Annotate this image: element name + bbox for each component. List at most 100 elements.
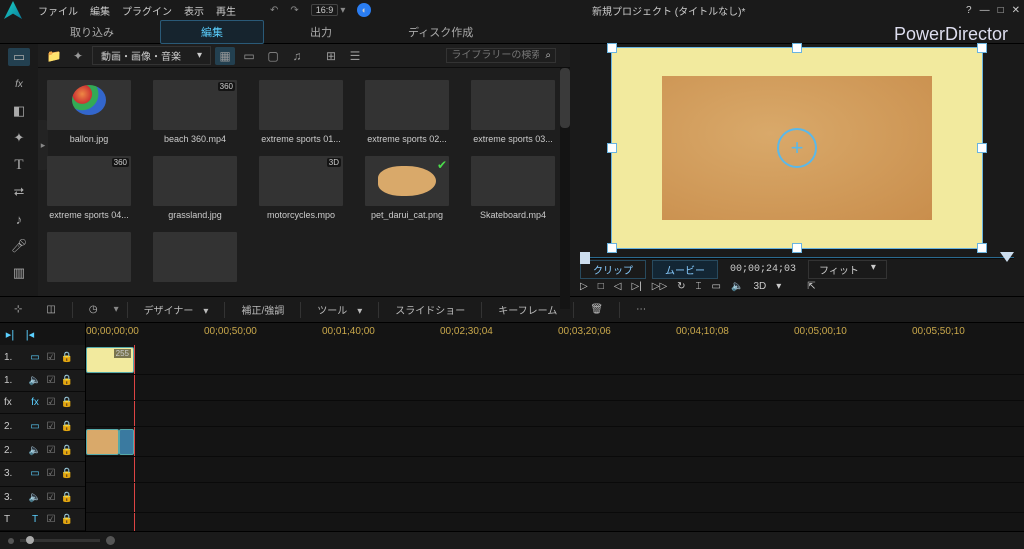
tab-disc[interactable]: ディスク作成	[378, 22, 503, 42]
resize-handle[interactable]	[792, 243, 802, 253]
particle-room-icon[interactable]: ✦	[8, 129, 30, 147]
track-header-video[interactable]: 1.▭☑🔒	[0, 345, 85, 370]
track-lock-icon[interactable]: 🔒	[60, 468, 74, 479]
next-frame-icon[interactable]: ▷|	[631, 281, 641, 292]
media-thumb[interactable]: ✔pet_darui_cat.png	[360, 156, 454, 220]
menu-file[interactable]: ファイル	[38, 3, 78, 18]
title-room-icon[interactable]: T	[8, 156, 30, 174]
search-icon[interactable]: ⌕	[545, 50, 551, 61]
play-icon[interactable]: ▷	[580, 281, 588, 292]
undo-icon[interactable]: ↶	[270, 5, 278, 16]
track-lane[interactable]	[86, 457, 1024, 483]
track-lane[interactable]: 255	[86, 345, 1024, 375]
track-visible-icon[interactable]: ☑	[44, 421, 58, 432]
audio-room-icon[interactable]: ♪	[8, 210, 30, 228]
chapter-room-icon[interactable]: ▥	[8, 264, 30, 282]
track-visible-icon[interactable]: ☑	[44, 352, 58, 363]
timecode-display[interactable]: 00;00;24;03	[724, 263, 802, 276]
media-thumb[interactable]: 360beach 360.mp4	[148, 80, 242, 144]
library-scrollbar[interactable]	[560, 68, 570, 309]
thumb-image[interactable]	[365, 80, 449, 130]
resize-handle[interactable]	[607, 243, 617, 253]
track-header-title[interactable]: TT☑🔒	[0, 509, 85, 531]
maximize-icon[interactable]: □	[998, 5, 1004, 16]
track-header-video[interactable]: 2.▭☑🔒	[0, 414, 85, 439]
cloud-icon[interactable]: ◐	[357, 3, 371, 17]
timeline-clip[interactable]: 255	[86, 347, 134, 373]
minimize-icon[interactable]: —	[980, 5, 990, 16]
snapshot-icon[interactable]: ⌶	[696, 281, 702, 292]
media-thumb[interactable]: 360extreme sports 04...	[42, 156, 136, 220]
track-header-fx[interactable]: fxfx☑🔒	[0, 392, 85, 414]
voice-room-icon[interactable]: 🎤︎	[8, 237, 30, 255]
track-lock-icon[interactable]: 🔒	[60, 397, 74, 408]
more-icon[interactable]: ⋯	[628, 302, 654, 317]
resize-handle[interactable]	[977, 143, 987, 153]
prev-frame-icon[interactable]: ◁	[614, 281, 622, 292]
timeline-clip[interactable]	[119, 429, 134, 455]
fast-forward-icon[interactable]: ▷▷	[652, 281, 667, 292]
track-lock-icon[interactable]: 🔒	[60, 445, 74, 456]
media-thumb[interactable]: ballon.jpg	[42, 80, 136, 144]
undock-icon[interactable]: ⇱	[807, 281, 815, 292]
media-thumb[interactable]: grassland.jpg	[148, 156, 242, 220]
filter-audio-icon[interactable]: ♫	[287, 47, 307, 65]
view-grid-icon[interactable]: ⊞	[321, 47, 341, 65]
timeline-clip[interactable]	[86, 429, 119, 455]
track-header-audio[interactable]: 1.🔈☑🔒	[0, 370, 85, 392]
track-lane[interactable]	[86, 483, 1024, 513]
ruler-expand-icon[interactable]: |◂	[20, 328, 40, 341]
resize-handle[interactable]	[792, 43, 802, 53]
track-lock-icon[interactable]: 🔒	[60, 352, 74, 363]
media-thumb[interactable]: 3Dmotorcycles.mpo	[254, 156, 348, 220]
track-lane[interactable]	[86, 513, 1024, 531]
filter-video-icon[interactable]: ▭	[239, 47, 259, 65]
resize-handle[interactable]	[977, 243, 987, 253]
redo-icon[interactable]: ↷	[290, 5, 298, 16]
thumb-image[interactable]	[153, 232, 237, 282]
media-filter-dropdown[interactable]: 動画・画像・音楽▾	[92, 46, 211, 65]
menu-view[interactable]: 表示	[184, 3, 204, 18]
menu-edit[interactable]: 編集	[90, 3, 110, 18]
filter-image-icon[interactable]: ▢	[263, 47, 283, 65]
track-header-audio[interactable]: 2.🔈☑🔒	[0, 440, 85, 462]
menu-plugin[interactable]: プラグイン	[122, 3, 172, 18]
split-icon[interactable]: ⊹	[6, 302, 30, 317]
thumb-image[interactable]: 3D	[259, 156, 343, 206]
zoom-slider[interactable]	[20, 539, 100, 542]
tab-import[interactable]: 取り込み	[40, 22, 144, 42]
track-visible-icon[interactable]: ☑	[44, 492, 58, 503]
thumb-image[interactable]	[471, 80, 555, 130]
resize-handle[interactable]	[607, 43, 617, 53]
library-search[interactable]: ⌕	[446, 48, 556, 63]
filter-all-icon[interactable]: ▦	[215, 47, 235, 65]
track-lane[interactable]	[86, 427, 1024, 457]
zoom-out-icon[interactable]	[8, 538, 14, 544]
render-preview-icon[interactable]: ▭	[712, 281, 721, 292]
zoom-in-icon[interactable]	[106, 536, 115, 545]
resize-handle[interactable]	[977, 43, 987, 53]
ruler-collapse-icon[interactable]: ▸|	[0, 328, 20, 341]
view-list-icon[interactable]: ☰	[345, 47, 365, 65]
puzzle-icon[interactable]: ✦	[68, 47, 88, 65]
track-visible-icon[interactable]: ☑	[44, 375, 58, 386]
track-visible-icon[interactable]: ☑	[44, 514, 58, 525]
search-input[interactable]	[451, 50, 539, 61]
close-icon[interactable]: ✕	[1012, 5, 1020, 16]
trash-icon[interactable]: 🗑	[582, 302, 611, 317]
track-lock-icon[interactable]: 🔒	[60, 514, 74, 525]
media-thumb[interactable]	[148, 232, 242, 286]
resize-handle[interactable]	[607, 143, 617, 153]
preview-tab-movie[interactable]: ムービー	[652, 260, 718, 279]
track-lock-icon[interactable]: 🔒	[60, 375, 74, 386]
help-icon[interactable]: ?	[966, 5, 972, 16]
seek-end-handle[interactable]	[1000, 252, 1014, 262]
track-visible-icon[interactable]: ☑	[44, 445, 58, 456]
tab-edit[interactable]: 編集	[160, 20, 264, 44]
track-header-audio[interactable]: 3.🔈☑🔒	[0, 487, 85, 509]
thumb-image[interactable]	[153, 156, 237, 206]
track-visible-icon[interactable]: ☑	[44, 397, 58, 408]
thumb-image[interactable]: ✔	[365, 156, 449, 206]
volume-icon[interactable]: 🔈	[731, 281, 743, 292]
center-anchor-icon[interactable]: +	[777, 128, 817, 168]
